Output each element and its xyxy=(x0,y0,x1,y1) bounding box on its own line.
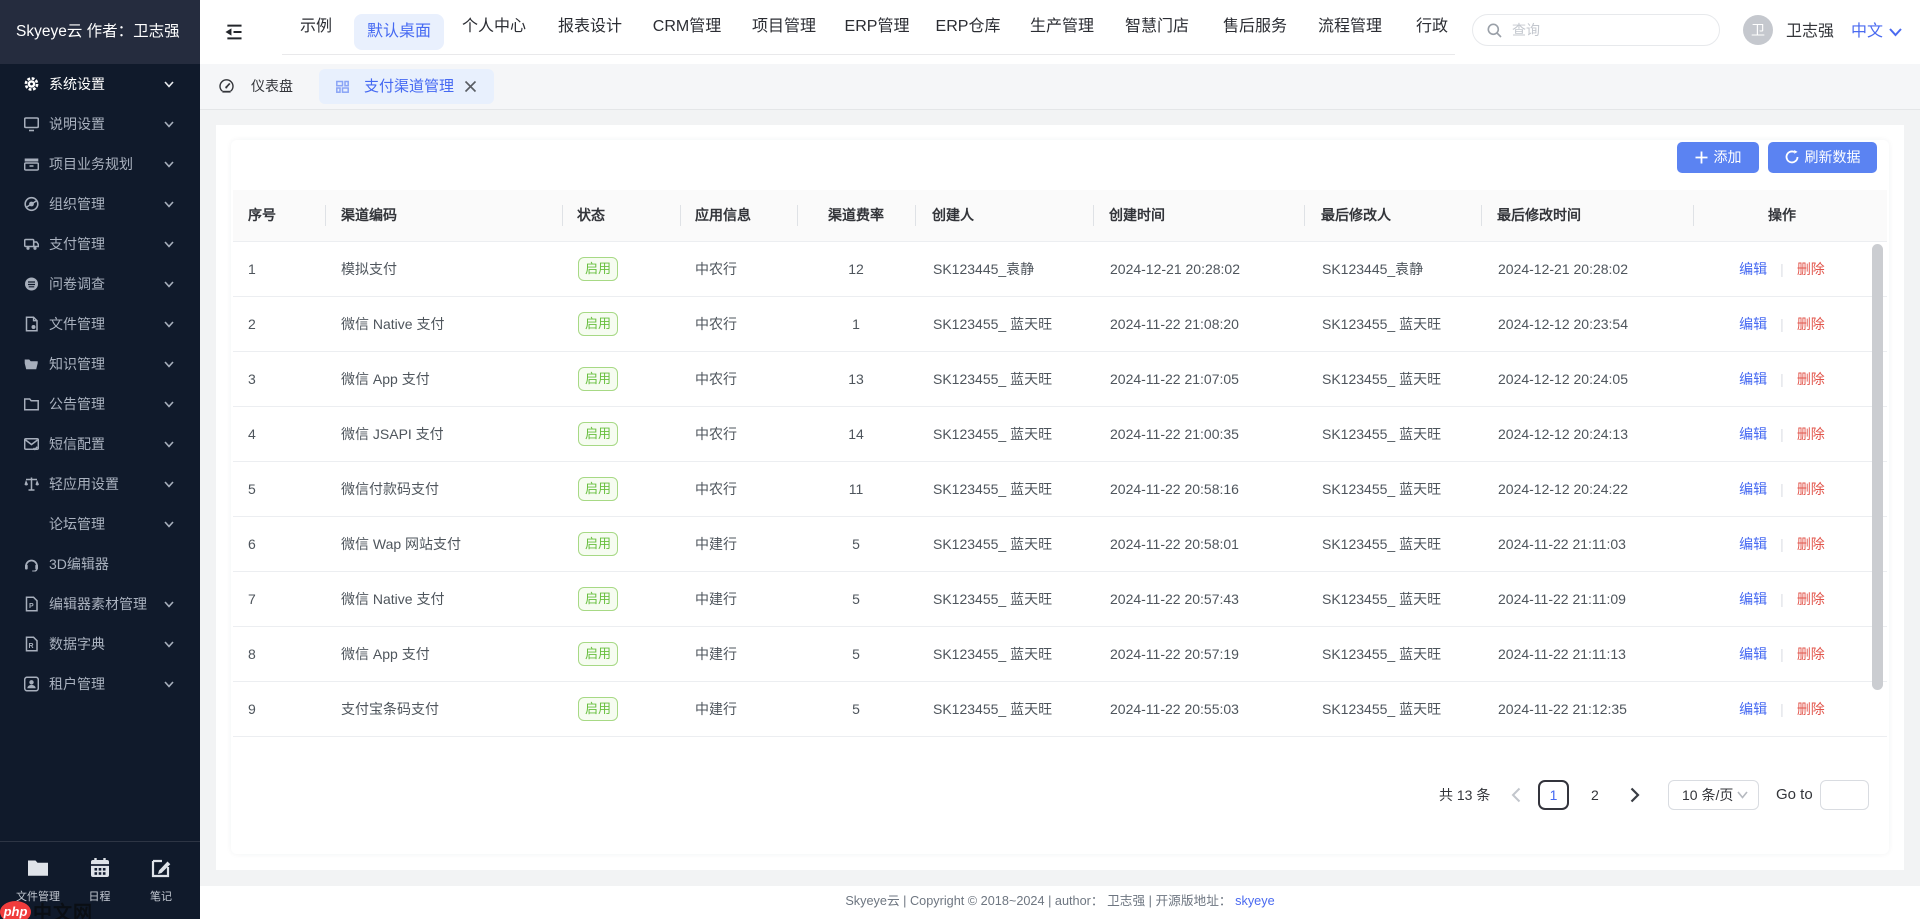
svg-text:R: R xyxy=(29,643,34,650)
svg-text:P: P xyxy=(29,603,34,610)
